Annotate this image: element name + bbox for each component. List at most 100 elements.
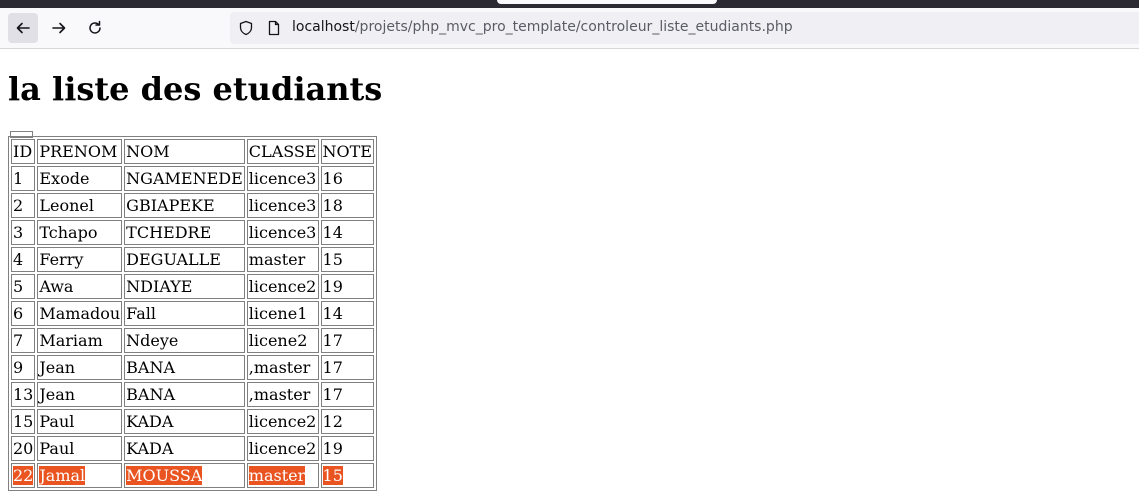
cell-prenom: Jean	[37, 355, 123, 380]
shield-icon[interactable]	[238, 20, 254, 36]
cell-text: MOUSSA	[126, 466, 203, 485]
cell-id: 5	[11, 274, 36, 299]
cell-nom: TCHEDRE	[124, 220, 245, 245]
cell-prenom: Mamadou	[37, 301, 123, 326]
cell-text: TCHEDRE	[126, 223, 212, 242]
cell-classe: licene1	[246, 301, 319, 326]
cell-id: 7	[11, 328, 36, 353]
cell-text: 4	[13, 250, 24, 269]
cell-text: Jean	[39, 358, 76, 377]
url-path: /projets/php_mvc_pro_template/controleur…	[354, 19, 793, 35]
cell-text: 14	[322, 223, 343, 242]
cell-text: Ndeye	[126, 331, 179, 350]
cell-text: licence3	[248, 223, 317, 242]
cell-text: licence2	[248, 412, 317, 431]
table-row: 2 Leonel GBIAPEKE licence3 18	[11, 193, 374, 218]
cell-nom: BANA	[124, 355, 245, 380]
cell-note: 15	[320, 247, 374, 272]
cell-prenom: Jean	[37, 382, 123, 407]
cell-nom: KADA	[124, 436, 245, 461]
table-row: 3 Tchapo TCHEDRE licence3 14	[11, 220, 374, 245]
cell-text: master	[248, 250, 306, 269]
cell-note: 14	[320, 220, 374, 245]
cell-text: 5	[13, 277, 24, 296]
cell-text: 3	[13, 223, 24, 242]
cell-text: BANA	[126, 385, 176, 404]
header-cell-id: ID	[11, 139, 36, 164]
cell-id: 22	[11, 463, 36, 488]
cell-text: Fall	[126, 304, 156, 323]
cell-nom: DEGUALLE	[124, 247, 245, 272]
cell-prenom: Mariam	[37, 328, 123, 353]
cell-classe: ,master	[246, 355, 319, 380]
cell-id: 3	[11, 220, 36, 245]
table-row: 7 Mariam Ndeye licene2 17	[11, 328, 374, 353]
address-bar[interactable]: localhost/projets/php_mvc_pro_template/c…	[230, 12, 1139, 44]
cell-nom: Fall	[124, 301, 245, 326]
cell-text: Mamadou	[39, 304, 121, 323]
header-cell-classe: CLASSE	[246, 139, 319, 164]
cell-prenom: Paul	[37, 409, 123, 434]
cell-nom: MOUSSA	[124, 463, 245, 488]
cell-text: ,master	[248, 385, 311, 404]
cell-text: KADA	[126, 412, 174, 431]
cell-text: NGAMENEDE	[126, 169, 243, 188]
cell-text: Paul	[39, 439, 75, 458]
cell-prenom: Tchapo	[37, 220, 123, 245]
cell-text: master	[248, 466, 306, 485]
table-row: 15 Paul KADA licence2 12	[11, 409, 374, 434]
forward-button[interactable]	[44, 13, 74, 43]
cell-id: 15	[11, 409, 36, 434]
students-table: ID PRENOM NOM CLASSE NOTE 1 Exode NGAMENEDE lice…	[8, 131, 377, 491]
cell-text: 15	[322, 466, 343, 485]
cell-text: ,master	[248, 358, 311, 377]
cell-text: 12	[322, 412, 343, 431]
page-title: la liste des etudiants	[8, 70, 383, 108]
cell-text: 19	[322, 277, 343, 296]
cell-nom: BANA	[124, 382, 245, 407]
cell-nom: Ndeye	[124, 328, 245, 353]
cell-note: 16	[320, 166, 374, 191]
active-tab[interactable]	[497, 0, 717, 4]
table-header-row: ID PRENOM NOM CLASSE NOTE	[11, 139, 374, 164]
cell-text: licene1	[248, 304, 308, 323]
url-text[interactable]: localhost/projets/php_mvc_pro_template/c…	[292, 19, 793, 35]
cell-note: 19	[320, 274, 374, 299]
cell-classe: licene2	[246, 328, 319, 353]
cell-text: 15	[13, 412, 34, 431]
cell-text: Exode	[39, 169, 90, 188]
cell-text: 1	[13, 169, 24, 188]
cell-text: Tchapo	[39, 223, 98, 242]
cell-prenom: Exode	[37, 166, 123, 191]
cell-prenom: Jamal	[37, 463, 123, 488]
cell-classe: licence3	[246, 193, 319, 218]
table-row: 4 Ferry DEGUALLE master 15	[11, 247, 374, 272]
cell-note: 17	[320, 328, 374, 353]
cell-text: DEGUALLE	[126, 250, 221, 269]
cell-prenom: Awa	[37, 274, 123, 299]
reload-button[interactable]	[80, 13, 110, 43]
cell-text: 17	[322, 358, 343, 377]
cell-nom: NGAMENEDE	[124, 166, 245, 191]
cell-text: Paul	[39, 412, 75, 431]
cell-text: 15	[322, 250, 343, 269]
cell-id: 20	[11, 436, 36, 461]
cell-text: 16	[322, 169, 343, 188]
page-icon[interactable]	[266, 20, 282, 36]
cell-text: Ferry	[39, 250, 84, 269]
cell-text: licence2	[248, 277, 317, 296]
header-cell-nom: NOM	[124, 139, 245, 164]
cell-classe: licence2	[246, 436, 319, 461]
cell-classe: master	[246, 463, 319, 488]
cell-classe: licence3	[246, 220, 319, 245]
cell-text: 2	[13, 196, 24, 215]
table-row: 1 Exode NGAMENEDE licence3 16	[11, 166, 374, 191]
cell-id: 13	[11, 382, 36, 407]
table-row: 20 Paul KADA licence2 19	[11, 436, 374, 461]
cell-classe: ,master	[246, 382, 319, 407]
cell-note: 15	[320, 463, 374, 488]
cell-classe: licence2	[246, 274, 319, 299]
back-button[interactable]	[8, 13, 38, 43]
cell-text: licence3	[248, 196, 317, 215]
header-cell-note: NOTE	[320, 139, 374, 164]
